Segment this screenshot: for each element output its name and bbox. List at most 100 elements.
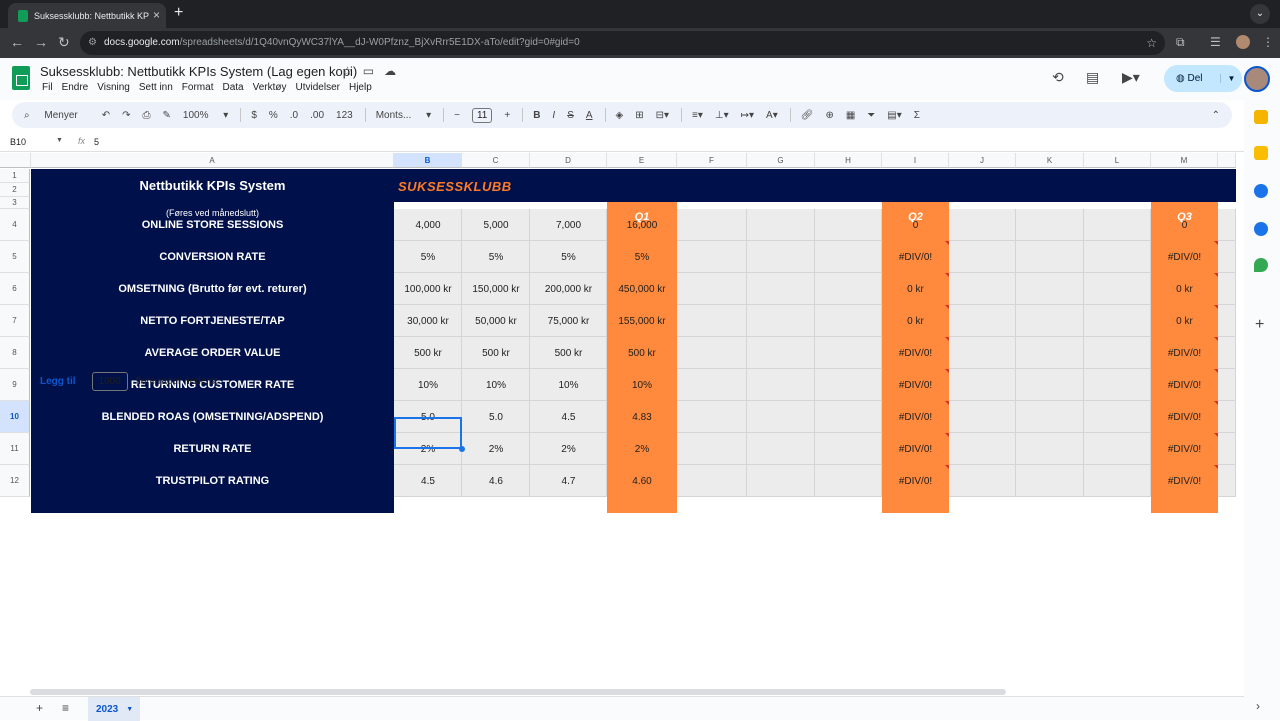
insert-link-icon[interactable]: 🔗︎ [801, 110, 814, 121]
insert-chart-icon[interactable]: ▦ [846, 110, 855, 121]
value-cell-q3[interactable]: #DIV/0! [1151, 369, 1218, 401]
value-cell-jan[interactable]: 4.5 [394, 465, 462, 497]
calendar-icon[interactable] [1254, 110, 1268, 124]
grid-cell[interactable] [747, 401, 815, 433]
grid-cell[interactable] [1016, 209, 1084, 241]
value-cell-feb[interactable]: 150,000 kr [462, 273, 530, 305]
more-formats-button[interactable]: 123 [336, 110, 353, 121]
value-cell-q1[interactable]: 2% [607, 433, 677, 465]
grid-cell[interactable] [815, 369, 882, 401]
grid-cell[interactable] [1084, 337, 1151, 369]
row-header-3[interactable]: 3 [0, 197, 30, 209]
grid-cell[interactable] [1218, 209, 1236, 241]
value-cell-q1[interactable]: 16,000 [607, 209, 677, 241]
site-info-icon[interactable]: ⚙ [88, 31, 97, 55]
active-cell-b10[interactable] [394, 417, 462, 449]
keep-icon[interactable] [1254, 146, 1268, 160]
row-header-5[interactable]: 5 [0, 241, 30, 273]
value-cell-q3[interactable]: #DIV/0! [1151, 433, 1218, 465]
value-cell-q2[interactable]: #DIV/0! [882, 369, 949, 401]
contacts-icon[interactable] [1254, 222, 1268, 236]
reload-icon[interactable]: ↻ [58, 34, 70, 51]
column-header-h[interactable]: H [815, 153, 882, 168]
column-header-k[interactable]: K [1016, 153, 1084, 168]
value-cell-q2[interactable]: #DIV/0! [882, 433, 949, 465]
column-header-j[interactable]: J [949, 153, 1016, 168]
value-cell-mar[interactable]: 10% [530, 369, 607, 401]
column-header-n[interactable] [1218, 153, 1236, 168]
grid-cell[interactable] [677, 209, 747, 241]
strikethrough-icon[interactable]: S [567, 110, 574, 121]
maps-icon[interactable] [1254, 258, 1268, 272]
percent-format-button[interactable]: % [269, 110, 278, 121]
grid-cell[interactable] [1084, 433, 1151, 465]
grid-cell[interactable] [747, 337, 815, 369]
grid-cell[interactable] [1084, 305, 1151, 337]
paint-format-icon[interactable]: ✎ [163, 110, 171, 121]
browser-menu-icon[interactable]: ⋮ [1262, 35, 1274, 49]
forward-icon[interactable]: → [34, 34, 48, 50]
close-tab-icon[interactable]: × [153, 8, 160, 22]
menu-format[interactable]: Format [182, 82, 214, 93]
grid-cell[interactable] [1016, 369, 1084, 401]
row-header-12[interactable]: 12 [0, 465, 30, 497]
menu-sett-inn[interactable]: Sett inn [139, 82, 173, 93]
value-cell-jan[interactable]: 5% [394, 241, 462, 273]
grid-cell[interactable] [1218, 433, 1236, 465]
name-box-dropdown-icon[interactable]: ▼ [56, 137, 63, 144]
menu-endre[interactable]: Endre [62, 82, 89, 93]
grid-cell[interactable] [677, 273, 747, 305]
value-cell-q1[interactable]: 4.83 [607, 401, 677, 433]
star-icon[interactable]: ☆ [342, 64, 353, 78]
grid-cell[interactable] [1084, 209, 1151, 241]
column-header-i[interactable]: I [882, 153, 949, 168]
back-icon[interactable]: ← [10, 34, 24, 50]
sheet-tab-2023[interactable]: 2023 ▼ [88, 697, 140, 721]
column-header-d[interactable]: D [530, 153, 607, 168]
grid-cell[interactable] [677, 401, 747, 433]
value-cell-jan[interactable]: 500 kr [394, 337, 462, 369]
account-avatar[interactable] [1244, 66, 1270, 92]
insert-comment-icon[interactable]: ⊕ [825, 110, 833, 121]
move-folder-icon[interactable]: ▭ [363, 64, 374, 78]
value-cell-jan[interactable]: 30,000 kr [394, 305, 462, 337]
grid-cell[interactable] [949, 337, 1016, 369]
value-cell-mar[interactable]: 200,000 kr [530, 273, 607, 305]
menu-hjelp[interactable]: Hjelp [349, 82, 372, 93]
add-rows-count-input[interactable]: 1000 [91, 372, 128, 391]
grid-cell[interactable] [815, 337, 882, 369]
add-sheet-icon[interactable]: + [36, 701, 43, 715]
row-header-6[interactable]: 6 [0, 273, 30, 305]
functions-icon[interactable]: Σ [914, 110, 920, 121]
value-cell-jan[interactable]: 4,000 [394, 209, 462, 241]
row-header-4[interactable]: 4 [0, 209, 30, 241]
merge-cells-icon[interactable]: ⊟▾ [656, 110, 669, 121]
grid-cell[interactable] [1016, 433, 1084, 465]
address-bar[interactable]: ⚙ docs.google.com/spreadsheets/d/1Q40vnQ… [80, 31, 1165, 55]
grid-cell[interactable] [1218, 401, 1236, 433]
column-header-a[interactable]: A [31, 153, 394, 168]
value-cell-q3[interactable]: 0 kr [1151, 273, 1218, 305]
value-cell-q3[interactable]: #DIV/0! [1151, 241, 1218, 273]
grid-cell[interactable] [815, 433, 882, 465]
grid-cell[interactable] [1218, 369, 1236, 401]
column-header-g[interactable]: G [747, 153, 815, 168]
grid-cell[interactable] [949, 209, 1016, 241]
value-cell-feb[interactable]: 5,000 [462, 209, 530, 241]
grid-cell[interactable] [677, 305, 747, 337]
value-cell-q3[interactable]: 0 [1151, 209, 1218, 241]
currency-format-button[interactable]: $ [251, 110, 257, 121]
grid-cell[interactable] [1016, 337, 1084, 369]
value-cell-q2[interactable]: 0 kr [882, 305, 949, 337]
grid-cell[interactable] [949, 369, 1016, 401]
tab-search-chevron-icon[interactable]: ⌄ [1250, 4, 1270, 24]
grid-cell[interactable] [747, 433, 815, 465]
row-header-10[interactable]: 10 [0, 401, 30, 433]
column-header-c[interactable]: C [462, 153, 530, 168]
grid-cell[interactable] [1016, 273, 1084, 305]
fill-color-icon[interactable]: ◈ [616, 110, 624, 121]
column-header-e[interactable]: E [607, 153, 677, 168]
value-cell-q3[interactable]: 0 kr [1151, 305, 1218, 337]
print-icon[interactable]: ⎙ [143, 110, 151, 121]
menu-verktoy[interactable]: Verktøy [253, 82, 287, 93]
